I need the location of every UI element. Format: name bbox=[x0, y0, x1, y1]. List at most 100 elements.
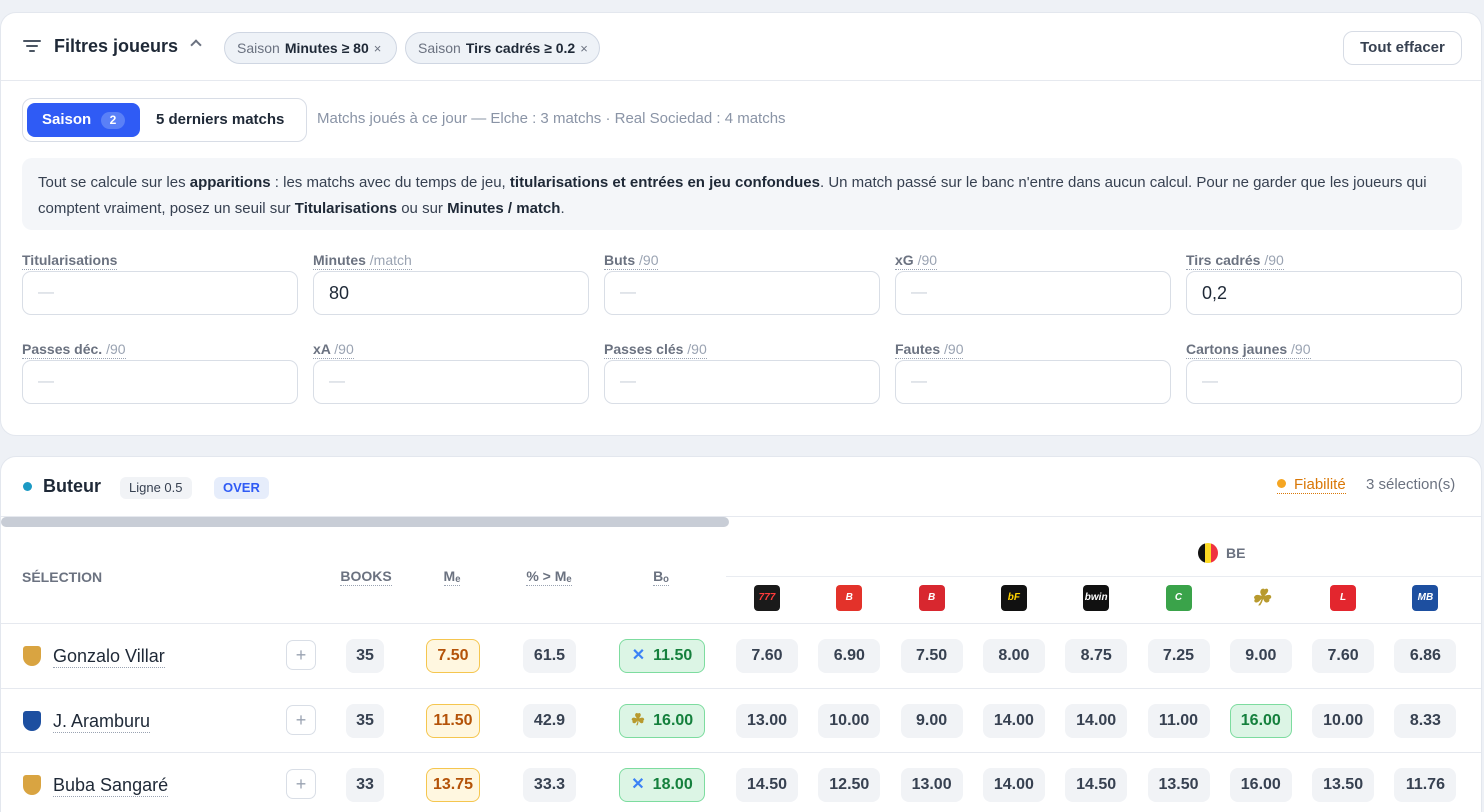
books-count: 35 bbox=[346, 639, 384, 673]
player-name[interactable]: Buba Sangaré bbox=[53, 774, 169, 797]
bookmaker-logo-4: bF bbox=[1000, 585, 1027, 611]
xg-input[interactable]: — bbox=[895, 271, 1171, 315]
fouls-input[interactable]: — bbox=[895, 360, 1171, 404]
filter-field-assists: Passes déc. /90 — bbox=[22, 341, 298, 404]
pct-above-median: 61.5 bbox=[523, 639, 576, 673]
odds-cell[interactable]: 10.00 bbox=[818, 703, 881, 738]
odds-cell[interactable]: 8.33 bbox=[1394, 703, 1457, 738]
info-text: ou sur bbox=[397, 200, 448, 217]
player-name[interactable]: Gonzalo Villar bbox=[53, 645, 165, 668]
col-header-books[interactable]: BOOKS bbox=[331, 568, 401, 586]
region-label: BE bbox=[1198, 541, 1245, 565]
odds-cell[interactable]: 13.50 bbox=[1147, 768, 1210, 802]
team-crest-icon bbox=[23, 646, 41, 666]
odds-cell[interactable]: 16.00 bbox=[1229, 703, 1292, 738]
filter-count-badge: 2 bbox=[101, 112, 125, 129]
active-filter-chip-minutes[interactable]: Saison Minutes ≥ 80 × bbox=[224, 32, 397, 64]
best-odds-value: 16.00 bbox=[653, 711, 694, 729]
add-selection-button[interactable]: + bbox=[286, 769, 316, 799]
table-row[interactable]: Gonzalo Villar +35 7.50 61.5 ✕ 11.50 7.60 6.90 7… bbox=[1, 623, 1481, 687]
filter-icon[interactable] bbox=[23, 38, 41, 54]
goals-input[interactable]: — bbox=[604, 271, 880, 315]
player-filters-panel: Filtres joueurs Saison Minutes ≥ 80 × Sais… bbox=[0, 12, 1482, 436]
clear-all-button[interactable]: Tout effacer bbox=[1343, 31, 1462, 65]
xa-input[interactable]: — bbox=[313, 360, 589, 404]
starts-input[interactable]: — bbox=[22, 271, 298, 315]
odds-cell[interactable]: 14.00 bbox=[982, 768, 1045, 802]
odds-cell[interactable]: 11.00 bbox=[1147, 703, 1210, 738]
odds-cell[interactable]: 14.50 bbox=[736, 768, 798, 802]
shots-on-target-input[interactable]: 0,2 bbox=[1186, 271, 1462, 315]
tab-last-5-matches[interactable]: 5 derniers matchs bbox=[156, 99, 284, 141]
odds-cell[interactable]: 8.00 bbox=[982, 639, 1045, 673]
odds-cell[interactable]: 9.00 bbox=[900, 703, 963, 738]
close-icon[interactable]: × bbox=[580, 41, 588, 56]
books-count: 33 bbox=[346, 768, 384, 802]
close-icon[interactable]: × bbox=[374, 41, 382, 56]
odds-cell[interactable]: 13.00 bbox=[736, 703, 798, 738]
odds-cell[interactable]: 16.00 bbox=[1229, 768, 1292, 802]
pct-above-median: 33.3 bbox=[523, 768, 576, 802]
odds-cell[interactable]: 6.86 bbox=[1394, 639, 1457, 673]
pct-above-median: 42.9 bbox=[523, 703, 576, 738]
odds-cell[interactable]: 7.60 bbox=[1312, 639, 1375, 673]
odds-cell[interactable]: 11.76 bbox=[1394, 768, 1457, 802]
best-odds[interactable]: ✕ 18.00 bbox=[619, 768, 705, 802]
filter-field-xa: xA /90 — bbox=[313, 341, 589, 404]
median-odds: 7.50 bbox=[426, 639, 480, 673]
odds-cell[interactable]: 7.60 bbox=[736, 639, 798, 673]
minutes-input[interactable]: 80 bbox=[313, 271, 589, 315]
filter-field-fouls: Fautes /90 — bbox=[895, 341, 1171, 404]
assists-input[interactable]: — bbox=[22, 360, 298, 404]
best-odds-value: 18.00 bbox=[652, 776, 693, 793]
odds-cell[interactable]: 10.00 bbox=[1312, 703, 1375, 738]
calculation-info-box: Tout se calcule sur les apparitions : le… bbox=[22, 158, 1462, 230]
field-label: Fautes /90 bbox=[895, 341, 964, 359]
tab-season[interactable]: Saison 2 bbox=[27, 103, 140, 137]
player-name[interactable]: J. Aramburu bbox=[53, 710, 151, 733]
odds-cell[interactable]: 7.50 bbox=[900, 639, 963, 673]
info-strong: apparitions bbox=[189, 174, 271, 191]
odds-cell[interactable]: 14.00 bbox=[1065, 703, 1128, 738]
odds-cell[interactable]: 14.50 bbox=[1065, 768, 1128, 802]
matches-played-info: Matchs joués à ce jour — Elche : 3 match… bbox=[317, 110, 786, 127]
bookmaker-logo-3: B bbox=[918, 585, 945, 611]
horizontal-scrollbar[interactable] bbox=[1, 517, 729, 527]
bookmaker-logo-9: MB bbox=[1412, 585, 1439, 611]
field-label: Passes déc. /90 bbox=[22, 341, 126, 359]
filter-field-goals: Buts /90 — bbox=[604, 252, 880, 315]
table-row[interactable]: Buba Sangaré +33 13.75 33.3 ✕ 18.00 14.50 12.50… bbox=[1, 752, 1481, 812]
field-label: Passes clés /90 bbox=[604, 341, 707, 359]
bookmaker-logo-2: B bbox=[836, 585, 863, 611]
odds-cell[interactable]: 9.00 bbox=[1229, 639, 1292, 673]
belgium-flag-icon bbox=[1198, 543, 1218, 563]
col-header-pct-above-median[interactable]: % > Mₑ bbox=[509, 568, 589, 586]
odds-cell[interactable]: 12.50 bbox=[818, 768, 881, 802]
field-label: xA /90 bbox=[313, 341, 354, 359]
info-text: . bbox=[560, 200, 565, 217]
odds-cell[interactable]: 13.50 bbox=[1312, 768, 1375, 802]
best-book-icon: ☘ bbox=[630, 711, 646, 729]
best-odds[interactable]: ☘ 16.00 bbox=[619, 703, 705, 738]
add-selection-button[interactable]: + bbox=[286, 640, 316, 670]
key-passes-input[interactable]: — bbox=[604, 360, 880, 404]
chevron-up-icon[interactable] bbox=[190, 39, 202, 51]
best-odds[interactable]: ✕ 11.50 bbox=[619, 639, 705, 673]
odds-cell[interactable]: 6.90 bbox=[818, 639, 881, 673]
add-selection-button[interactable]: + bbox=[286, 704, 316, 735]
filter-field-key-passes: Passes clés /90 — bbox=[604, 341, 880, 404]
col-header-median[interactable]: Mₑ bbox=[421, 568, 483, 586]
col-header-selection[interactable]: SÉLECTION bbox=[22, 569, 102, 585]
reliability-toggle[interactable]: Fiabilité bbox=[1277, 476, 1346, 494]
yellow-cards-input[interactable]: — bbox=[1186, 360, 1462, 404]
bookmaker-logo-1: 777 bbox=[754, 585, 780, 611]
region-group-header: BE bbox=[726, 541, 1481, 577]
odds-cell[interactable]: 7.25 bbox=[1147, 639, 1210, 673]
table-row[interactable]: J. Aramburu +35 11.50 42.9 ☘ 16.00 13.00 10.00 9… bbox=[1, 687, 1481, 752]
col-header-best[interactable]: Bₒ bbox=[631, 568, 691, 586]
active-filter-chip-shots[interactable]: Saison Tirs cadrés ≥ 0.2 × bbox=[405, 32, 600, 64]
odds-cell[interactable]: 8.75 bbox=[1065, 639, 1128, 673]
odds-cell[interactable]: 14.00 bbox=[982, 703, 1045, 738]
odds-cell[interactable]: 13.00 bbox=[900, 768, 963, 802]
median-odds: 13.75 bbox=[426, 768, 480, 802]
